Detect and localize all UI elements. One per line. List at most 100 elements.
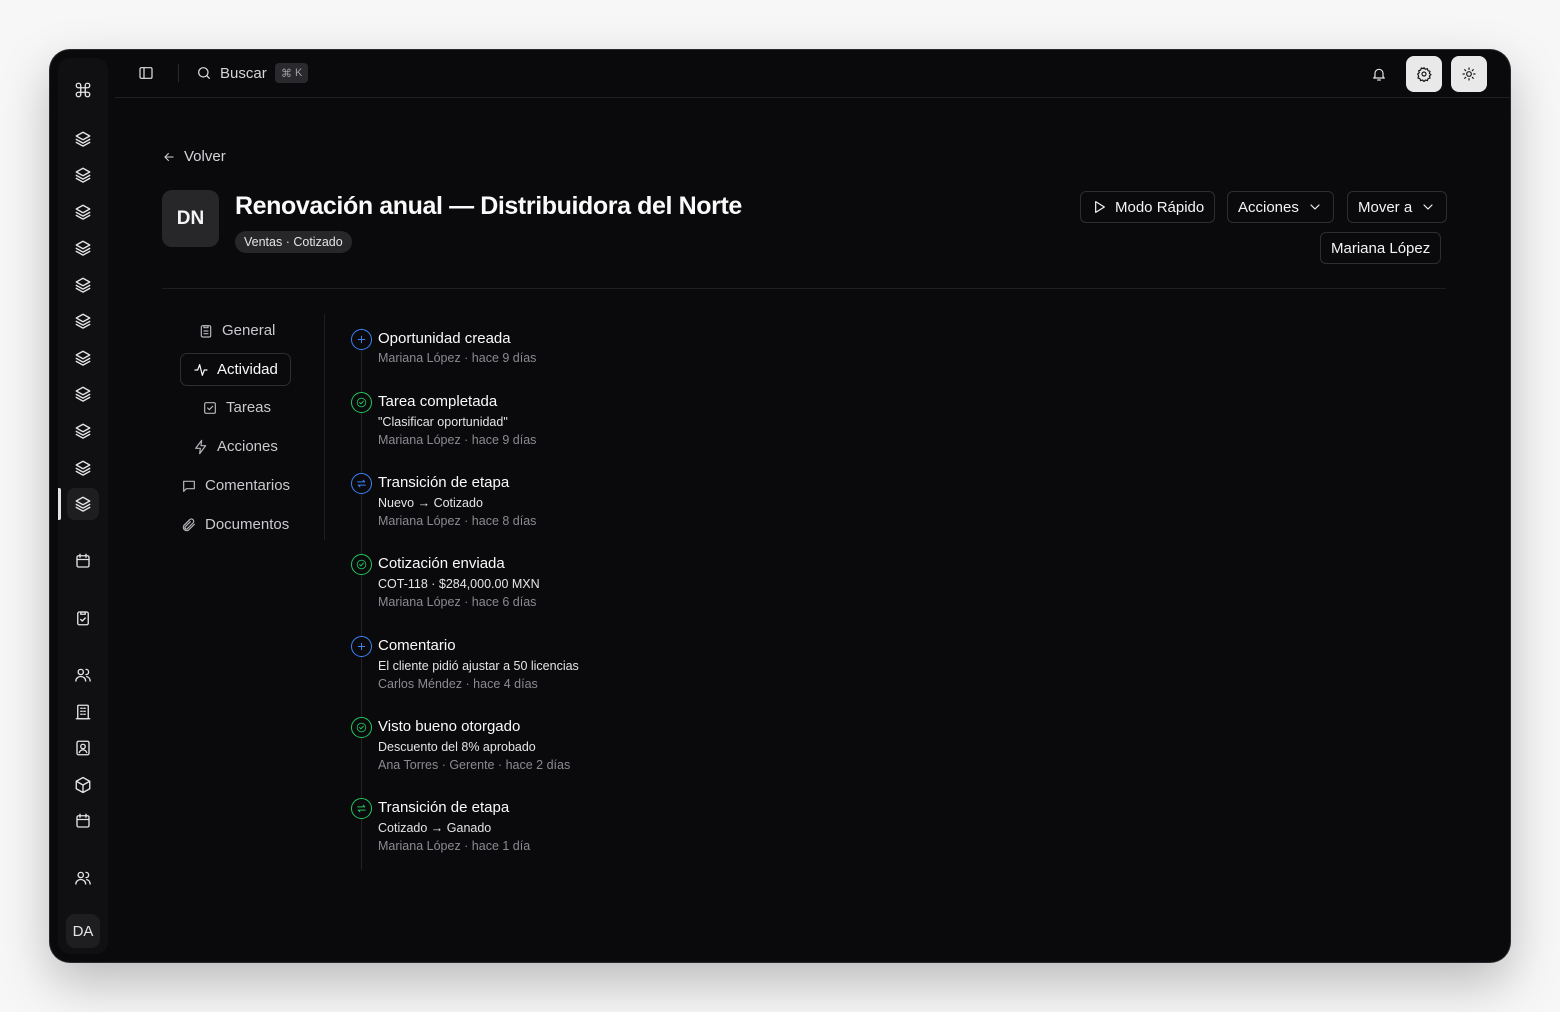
active-indicator: [58, 488, 61, 520]
theme-toggle-button[interactable]: [1451, 56, 1487, 92]
status-badge: Ventas · Cotizado: [235, 231, 352, 253]
timeline-detail: Cotizado → Ganado: [378, 821, 492, 835]
layers-icon[interactable]: [67, 232, 99, 264]
check-icon: [351, 717, 372, 738]
header-divider: [162, 288, 1446, 289]
timeline-title: Oportunidad creada: [378, 330, 511, 347]
timeline-title: Tarea completada: [378, 393, 498, 410]
search-shortcut: ⌘ K: [275, 63, 309, 83]
tab-label: General: [222, 322, 276, 339]
timeline-meta: Carlos Méndez · hace 4 días: [378, 677, 538, 691]
timeline-meta: Mariana López · hace 6 días: [378, 595, 537, 609]
timeline-title: Visto bueno otorgado: [378, 718, 521, 735]
layers-icon[interactable]: [67, 452, 99, 484]
check-square-icon: [204, 401, 216, 414]
tab-actividad[interactable]: Actividad: [180, 353, 291, 386]
timeline-detail: COT-118 · $284,000.00 MXN: [378, 577, 540, 591]
calendar-icon[interactable]: [67, 545, 99, 577]
timeline-title: Transición de etapa: [378, 799, 510, 816]
tab-label: Documentos: [205, 516, 290, 533]
arrows-icon: [351, 798, 372, 819]
command-icon[interactable]: [67, 74, 99, 106]
layers-icon[interactable]: [67, 488, 99, 520]
plus-icon: [351, 329, 372, 350]
timeline-title: Cotización enviada: [378, 555, 505, 572]
k-key: K: [295, 67, 303, 79]
timeline-title: Comentario: [378, 637, 456, 654]
timeline-meta: Mariana López · hace 9 días: [378, 433, 537, 447]
layers-icon[interactable]: [67, 269, 99, 301]
tab-label: Acciones: [217, 438, 278, 455]
timeline-meta: Mariana López · hace 8 días: [378, 514, 537, 528]
back-label: Volver: [184, 148, 226, 165]
search-icon[interactable]: [196, 65, 212, 81]
building-icon[interactable]: [67, 696, 99, 728]
top-bar: Buscar ⌘ K: [115, 50, 1510, 98]
tab-label: Actividad: [217, 361, 278, 378]
owner-label: Mariana López: [1331, 239, 1431, 257]
tab-documentos[interactable]: Documentos: [169, 508, 301, 541]
layers-icon[interactable]: [67, 378, 99, 410]
timeline-title: Transición de etapa: [378, 474, 510, 491]
zap-icon: [195, 439, 207, 454]
timeline-detail: El cliente pidió ajustar a 50 licencias: [378, 659, 579, 673]
search-input[interactable]: Buscar: [220, 65, 267, 82]
box-icon[interactable]: [67, 769, 99, 801]
tab-label: Comentarios: [205, 477, 291, 494]
section-tabs: General Actividad Tareas Acciones Coment…: [162, 314, 325, 540]
paperclip-icon: [182, 517, 195, 531]
sun-icon: [1462, 67, 1476, 81]
arrows-icon: [351, 473, 372, 494]
tab-label: Tareas: [226, 399, 272, 416]
timeline-meta: Mariana López · hace 1 día: [378, 839, 531, 853]
timeline-detail: Descuento del 8% aprobado: [378, 740, 536, 754]
check-icon: [351, 392, 372, 413]
check-icon: [351, 554, 372, 575]
layers-icon[interactable]: [67, 415, 99, 447]
team-icon[interactable]: [67, 862, 99, 894]
move-label: Mover a: [1358, 198, 1413, 216]
timeline-detail: Nuevo → Cotizado: [378, 496, 483, 510]
owner-button[interactable]: Mariana López: [1320, 232, 1442, 264]
layers-icon[interactable]: [67, 342, 99, 374]
actions-label: Acciones: [1238, 198, 1299, 216]
icon-rail: DA: [58, 58, 108, 954]
clipboard-icon[interactable]: [67, 602, 99, 634]
quick-mode-label: Modo Rápido: [1115, 198, 1205, 216]
quick-mode-button[interactable]: Modo Rápido: [1080, 191, 1216, 223]
arrow-left-icon: [164, 152, 174, 161]
layers-icon[interactable]: [67, 159, 99, 191]
settings-button[interactable]: [1406, 56, 1442, 92]
divider: [178, 64, 179, 82]
chevron-down-icon: [1423, 204, 1433, 210]
timeline-meta: Ana Torres · Gerente · hace 2 días: [378, 758, 571, 772]
layers-icon[interactable]: [67, 305, 99, 337]
command-key: ⌘: [281, 67, 292, 80]
bell-icon: [1373, 68, 1385, 81]
timeline-detail: "Clasificar oportunidad": [378, 415, 508, 429]
chevron-down-icon: [1310, 204, 1320, 210]
sidebar-toggle-icon[interactable]: [138, 65, 154, 81]
actions-dropdown[interactable]: Acciones: [1227, 191, 1334, 223]
tab-tareas[interactable]: Tareas: [190, 391, 283, 424]
gear-icon: [1417, 67, 1432, 82]
tab-comentarios[interactable]: Comentarios: [169, 469, 302, 502]
activity-icon: [194, 363, 208, 376]
play-icon: [1095, 201, 1105, 213]
contact-icon[interactable]: [67, 732, 99, 764]
layers-icon[interactable]: [67, 196, 99, 228]
back-link[interactable]: Volver: [162, 148, 226, 165]
move-to-dropdown[interactable]: Mover a: [1347, 191, 1448, 223]
user-avatar[interactable]: DA: [66, 914, 100, 948]
plus-icon: [351, 636, 372, 657]
layers-icon[interactable]: [67, 123, 99, 155]
tab-general[interactable]: General: [186, 314, 287, 347]
notifications-button[interactable]: [1361, 56, 1397, 92]
users-icon[interactable]: [67, 659, 99, 691]
app-window: DA Buscar ⌘ K Volver DN Renovación anual…: [50, 50, 1510, 962]
message-square-icon: [183, 480, 195, 492]
calendar-icon[interactable]: [67, 805, 99, 837]
tab-acciones[interactable]: Acciones: [181, 430, 290, 463]
page-title: Renovación anual — Distribuidora del Nor…: [235, 192, 742, 220]
clipboard-icon: [200, 324, 212, 338]
